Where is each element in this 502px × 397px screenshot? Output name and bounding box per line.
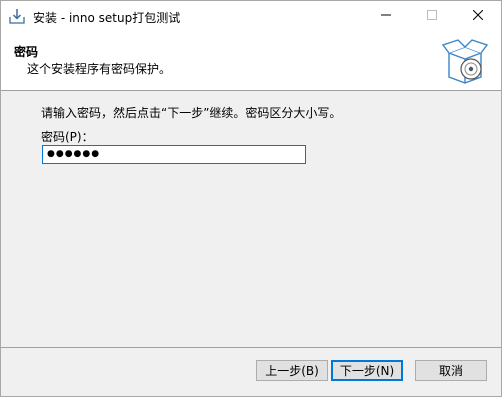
window-title: 安装 - inno setup打包测试: [33, 11, 181, 25]
password-label: 密码(P)：: [41, 130, 94, 144]
setup-install-icon: [9, 8, 25, 24]
password-instruction: 请输入密码，然后点击“下一步”继续。密码区分大小写。: [41, 106, 342, 120]
password-field[interactable]: ●●●●●●: [42, 145, 306, 164]
close-icon: [472, 9, 484, 23]
close-button[interactable]: [455, 1, 501, 31]
back-button[interactable]: 上一步(B): [256, 360, 328, 381]
title-bar[interactable]: 安装 - inno setup打包测试: [1, 1, 501, 31]
minimize-button[interactable]: [363, 1, 409, 31]
wizard-content: 请输入密码，然后点击“下一步”继续。密码区分大小写。 密码(P)： ●●●●●●: [1, 91, 501, 346]
maximize-button[interactable]: [409, 1, 455, 31]
cancel-button[interactable]: 取消: [415, 360, 487, 381]
next-button[interactable]: 下一步(N): [331, 360, 403, 381]
maximize-icon: [427, 9, 437, 23]
page-title: 密码: [14, 45, 39, 59]
minimize-icon: [381, 9, 391, 23]
setup-box-disc-icon: [441, 39, 489, 85]
setup-window: 安装 - inno setup打包测试 密码 这个安装程序有密码保护。 请输入密…: [0, 0, 502, 397]
wizard-header: 密码 这个安装程序有密码保护。: [1, 31, 501, 91]
page-subtitle: 这个安装程序有密码保护。: [27, 62, 172, 76]
footer-divider: [1, 347, 501, 348]
